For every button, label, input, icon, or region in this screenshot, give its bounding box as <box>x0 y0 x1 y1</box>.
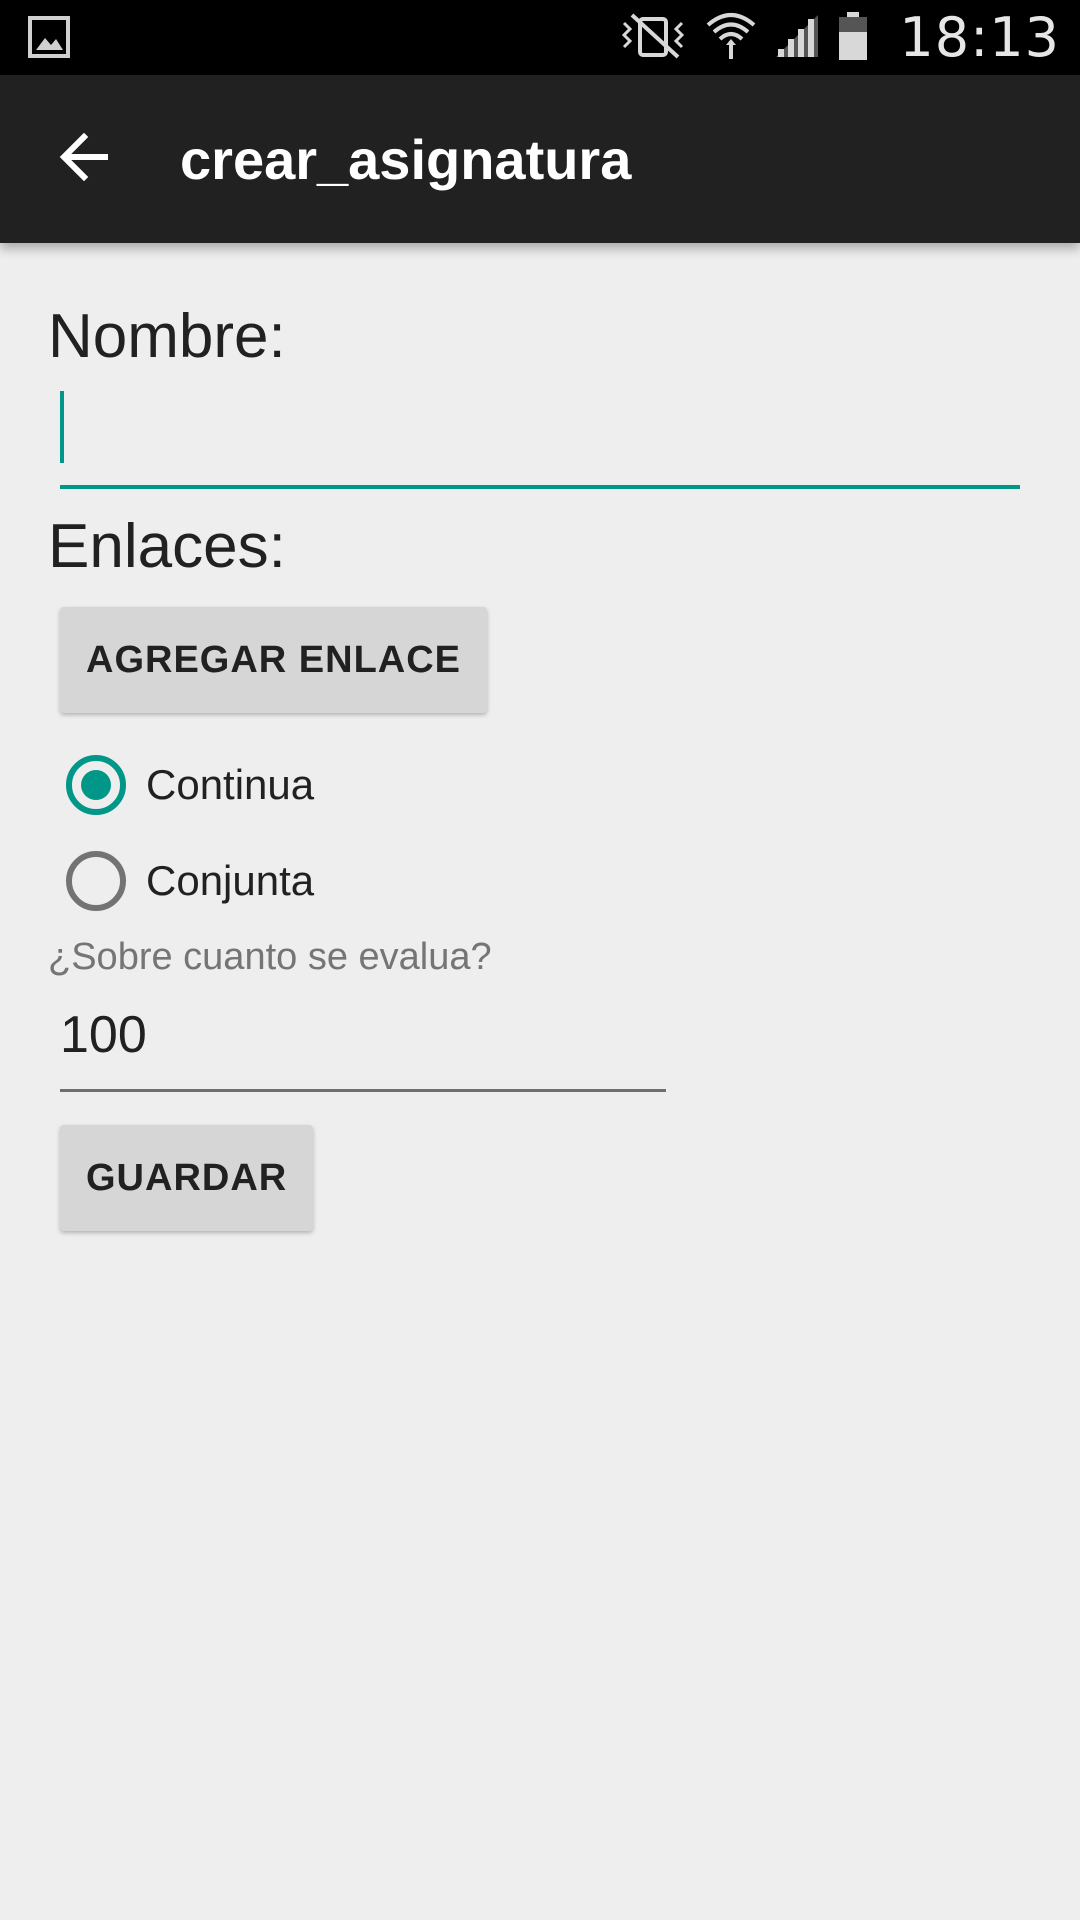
name-input-underline <box>60 485 1020 489</box>
battery-icon <box>836 10 870 67</box>
radio-unchecked-icon <box>66 851 126 911</box>
status-clock: 18:13 <box>899 6 1060 69</box>
vibrate-icon <box>618 11 690 66</box>
score-input[interactable]: 100 <box>60 1003 147 1067</box>
radio-conjunta[interactable]: Conjunta <box>60 841 314 921</box>
radio-conjunta-label: Conjunta <box>146 857 315 904</box>
system-icons <box>618 10 870 66</box>
text-cursor <box>60 391 64 463</box>
arrow-back-icon <box>58 132 110 186</box>
radio-continua-label: Continua <box>146 761 315 808</box>
score-hint-label: ¿Sobre cuanto se evalua? <box>48 936 492 978</box>
back-button[interactable] <box>40 119 128 199</box>
links-label: Enlaces: <box>48 512 286 581</box>
name-label: Nombre: <box>48 302 286 371</box>
status-bar: 18:13 <box>0 0 1080 75</box>
wifi-icon <box>704 9 758 68</box>
signal-icon <box>772 11 822 66</box>
add-link-button[interactable]: AGREGAR ENLACE <box>60 607 488 713</box>
app-bar: crear_asignatura <box>0 75 1080 243</box>
image-notification-icon <box>28 16 70 58</box>
save-button[interactable]: GUARDAR <box>60 1125 314 1231</box>
form-content: Nombre: Enlaces: AGREGAR ENLACE Continua… <box>0 243 1080 1920</box>
radio-checked-icon <box>66 755 126 815</box>
name-input[interactable] <box>60 375 1020 485</box>
radio-continua[interactable]: Continua <box>60 745 314 825</box>
score-input-underline <box>60 1089 666 1092</box>
page-title: crear_asignatura <box>180 128 632 191</box>
